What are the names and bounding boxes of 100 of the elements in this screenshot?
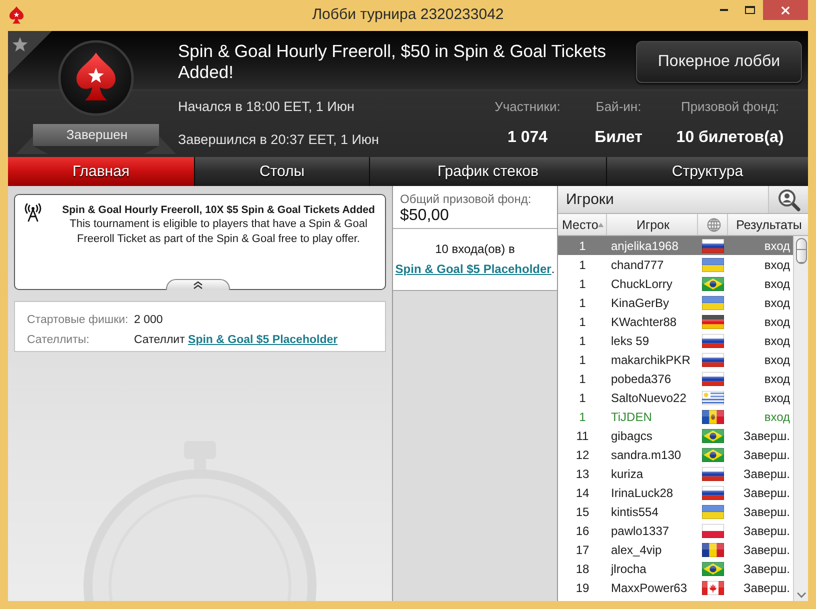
brazil-flag-icon bbox=[702, 276, 724, 290]
player-row[interactable]: 1 SaltoNuevo22 вход bbox=[558, 388, 793, 407]
result-status: вход bbox=[763, 238, 791, 252]
close-icon bbox=[781, 6, 790, 14]
player-name: makarchikPKR bbox=[610, 352, 692, 366]
place-number: 1 bbox=[578, 238, 587, 252]
scrollbar-thumb[interactable] bbox=[796, 238, 806, 264]
canada-flag-icon bbox=[702, 580, 724, 594]
result-status: вход bbox=[763, 314, 791, 328]
poker-lobby-button[interactable]: Покерное лобби bbox=[636, 41, 802, 83]
player-row[interactable]: 1 ChuckLorry вход bbox=[558, 274, 793, 293]
column-header[interactable]: Игрок bbox=[607, 214, 698, 235]
notice-text: This tournament is eligible to players that have a Spin & Goal Freeroll Ticket as part of the Spin & Goal free to play offer. bbox=[68, 217, 368, 247]
result-status: вход bbox=[763, 352, 791, 366]
player-row[interactable]: 12 sandra.m130 Заверш. bbox=[558, 445, 793, 464]
player-row[interactable]: 1 anjelika1968 вход bbox=[558, 236, 793, 255]
caret-down-icon[interactable] bbox=[796, 592, 806, 598]
result-status: Заверш. bbox=[742, 428, 791, 442]
result-status: Заверш. bbox=[742, 562, 791, 576]
player-row[interactable]: 17 alex_4vip Заверш. bbox=[558, 540, 793, 559]
player-name: ChuckLorry bbox=[610, 276, 674, 290]
player-row[interactable]: 1 KinaGerBy вход bbox=[558, 293, 793, 312]
star-icon[interactable] bbox=[8, 31, 52, 75]
player-name: alex_4vip bbox=[610, 542, 663, 556]
player-name: sandra.m130 bbox=[610, 448, 682, 462]
place-number: 11 bbox=[575, 428, 590, 442]
search-button[interactable] bbox=[768, 186, 808, 213]
player-row[interactable]: 1 makarchikPKR вход bbox=[558, 350, 793, 369]
player-name: chand777 bbox=[610, 258, 665, 272]
player-name: TiJDEN bbox=[610, 410, 653, 424]
player-row[interactable]: 18 jlrocha Заверш. bbox=[558, 559, 793, 578]
player-name: MaxxPower63 bbox=[610, 580, 688, 594]
player-name: KWachter88 bbox=[610, 314, 678, 328]
place-number: 1 bbox=[578, 314, 587, 328]
russia-flag-icon bbox=[702, 372, 724, 386]
close-button[interactable] bbox=[763, 0, 808, 20]
scrollbar[interactable] bbox=[793, 236, 808, 601]
player-row[interactable]: 1 chand777 вход bbox=[558, 255, 793, 274]
player-row[interactable]: 13 kuriza Заверш. bbox=[558, 464, 793, 483]
place-number: 1 bbox=[578, 410, 587, 424]
player-name: IrinaLuck28 bbox=[610, 486, 674, 500]
player-name: kintis554 bbox=[610, 504, 660, 518]
prize-entries-text: 10 входа(ов) в Spin & Goal $5 Placeholder. bbox=[394, 241, 556, 278]
ukraine-flag-icon bbox=[702, 296, 724, 310]
result-status: Заверш. bbox=[742, 448, 791, 462]
players-title: Игроки bbox=[565, 190, 615, 210]
search-icon bbox=[776, 188, 800, 212]
column-header[interactable]: Место bbox=[558, 214, 607, 235]
lobby-tab[interactable]: Главная bbox=[8, 157, 195, 186]
stat-value: 10 билетов(а) bbox=[676, 128, 784, 148]
column-header[interactable]: Результаты bbox=[728, 214, 808, 235]
player-name: kuriza bbox=[610, 466, 644, 480]
player-row[interactable]: 1 KWachter88 вход bbox=[558, 312, 793, 331]
maximize-icon bbox=[745, 6, 755, 14]
russia-flag-icon bbox=[702, 486, 724, 500]
player-row[interactable]: 16 pawlo1337 Заверш. bbox=[558, 521, 793, 540]
player-name: gibagcs bbox=[610, 428, 654, 442]
spade-icon bbox=[58, 40, 134, 116]
player-name: KinaGerBy bbox=[610, 296, 670, 310]
place-number: 19 bbox=[574, 580, 590, 594]
result-status: вход bbox=[763, 410, 791, 424]
result-status: вход bbox=[763, 296, 791, 310]
player-name: SaltoNuevo22 bbox=[610, 390, 688, 404]
result-status: Заверш. bbox=[742, 580, 791, 594]
result-status: Заверш. bbox=[742, 542, 791, 556]
placeholder-link[interactable]: Spin & Goal $5 Placeholder bbox=[395, 262, 552, 276]
lobby-tab[interactable]: График стеков bbox=[370, 157, 607, 186]
russia-flag-icon bbox=[702, 238, 724, 252]
player-row[interactable]: 1 leks 59 вход bbox=[558, 331, 793, 350]
germany-flag-icon bbox=[702, 314, 724, 328]
stat-label: Участники: bbox=[494, 98, 560, 116]
satellite-link[interactable]: Spin & Goal $5 Placeholder bbox=[188, 334, 338, 346]
player-name: pobeda376 bbox=[610, 372, 672, 386]
place-number: 15 bbox=[574, 504, 590, 518]
result-status: вход bbox=[763, 372, 791, 386]
ukraine-flag-icon bbox=[702, 258, 724, 272]
collapse-button[interactable] bbox=[166, 279, 230, 290]
player-row[interactable]: 14 IrinaLuck28 Заверш. bbox=[558, 483, 793, 502]
player-row[interactable]: 11 gibagcs Заверш. bbox=[558, 426, 793, 445]
lobby-tab[interactable]: Структура bbox=[607, 157, 808, 186]
russia-flag-icon bbox=[702, 334, 724, 348]
player-name: pawlo1337 bbox=[610, 524, 670, 538]
place-number: 1 bbox=[578, 352, 587, 366]
player-row[interactable]: 1 TiJDEN вход bbox=[558, 407, 793, 426]
info-label: Стартовые фишки: bbox=[27, 313, 130, 328]
result-status: Заверш. bbox=[742, 504, 791, 518]
player-row[interactable]: 1 pobeda376 вход bbox=[558, 369, 793, 388]
minimize-icon bbox=[720, 9, 728, 11]
place-number: 18 bbox=[574, 562, 590, 576]
result-status: вход bbox=[763, 276, 791, 290]
place-number: 17 bbox=[574, 542, 590, 556]
ukraine-flag-icon bbox=[702, 504, 724, 518]
player-row[interactable]: 19 MaxxPower63 Заверш. bbox=[558, 578, 793, 597]
tournament-title: Spin & Goal Hourly Freeroll, $50 in Spin & Goal Tickets Added! bbox=[178, 40, 607, 84]
info-value: Сателлит Spin & Goal $5 Placeholder bbox=[134, 333, 339, 348]
lobby-tab[interactable]: Столы bbox=[195, 157, 370, 186]
info-label: Сателлиты: bbox=[27, 333, 90, 348]
place-number: 14 bbox=[574, 486, 590, 500]
player-row[interactable]: 15 kintis554 Заверш. bbox=[558, 502, 793, 521]
place-number: 16 bbox=[574, 524, 590, 538]
